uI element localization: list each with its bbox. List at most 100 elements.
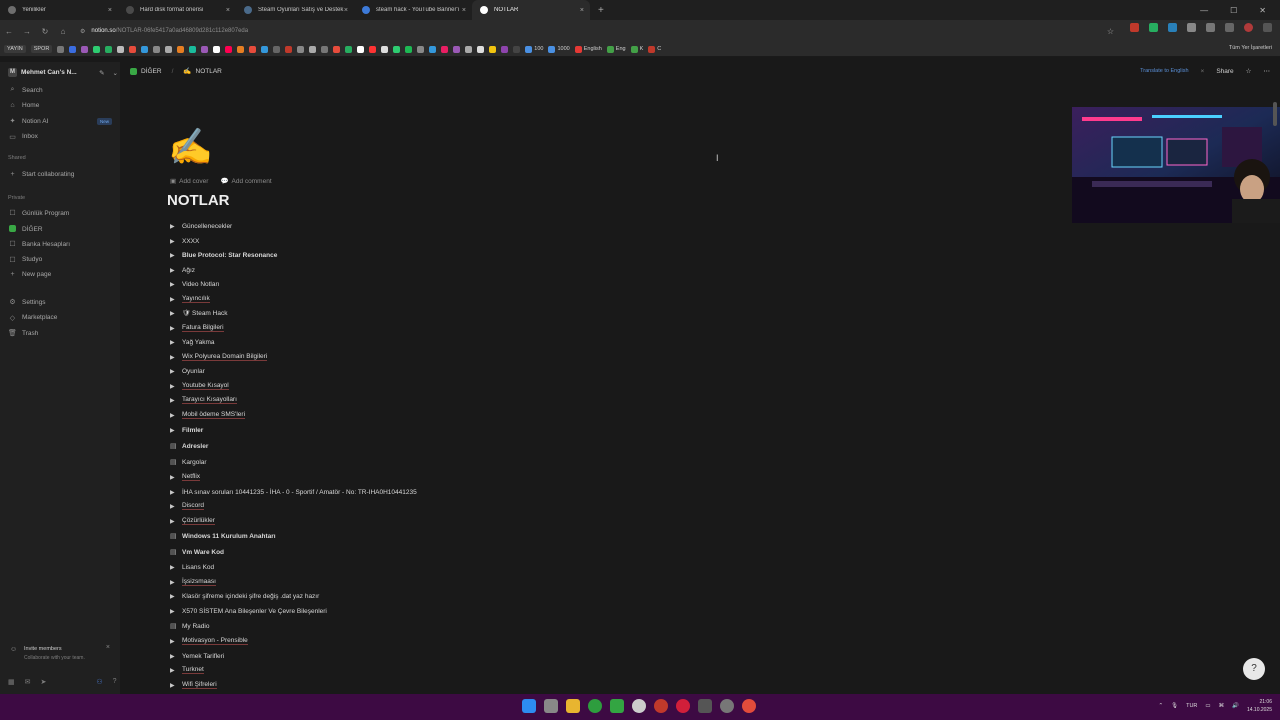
bookmark-item[interactable] [333, 45, 341, 53]
toggle-block[interactable]: ▶ Yemek Tarifleri [170, 650, 224, 662]
team-icon[interactable]: ⚇ [96, 678, 102, 686]
sidebar-item-notion-ai[interactable]: ✦ Notion AI New [8, 117, 112, 125]
toggle-block[interactable]: ▶ Blue Protocol: Star Resonance [170, 249, 277, 261]
share-button[interactable]: Share [1216, 68, 1233, 75]
toggle-block[interactable]: ▶ 🛡 Steam Hack [170, 307, 227, 319]
minimize-icon[interactable]: — [1200, 6, 1208, 15]
toggle-arrow-icon[interactable]: ▶ [170, 383, 182, 390]
start-menu-icon[interactable] [522, 699, 536, 713]
extension-icon[interactable] [1168, 23, 1177, 32]
bookmark-item[interactable] [261, 45, 269, 53]
close-window-icon[interactable]: ✕ [1259, 6, 1266, 15]
clock[interactable]: 21:06 14.10.2025 [1247, 698, 1272, 714]
bookmark-item[interactable]: C [648, 45, 661, 53]
sidebar-item-new-page[interactable]: + New page [8, 271, 112, 278]
network-icon[interactable]: ⌘ [1219, 703, 1225, 709]
bookmark-item[interactable] [465, 45, 473, 53]
bookmark-item[interactable] [189, 45, 197, 53]
toggle-arrow-icon[interactable]: ▶ [170, 281, 182, 288]
toggle-block[interactable]: ▶ İHA sınav soruları 10441235 - İHA - 0 -… [170, 486, 417, 498]
bookmark-item[interactable] [141, 45, 149, 53]
home-icon[interactable]: ⌂ [54, 27, 72, 36]
reload-icon[interactable]: ↻ [36, 27, 54, 36]
forward-icon[interactable]: → [18, 27, 36, 36]
bookmark-item[interactable] [489, 45, 497, 53]
bookmark-item[interactable] [129, 45, 137, 53]
language-indicator[interactable]: TUR [1186, 703, 1197, 709]
bookmark-item[interactable] [213, 45, 221, 53]
page-emoji-icon[interactable]: ✍ [168, 126, 213, 168]
bookmark-item[interactable] [513, 45, 521, 53]
toggle-arrow-icon[interactable]: ▶ [170, 593, 182, 600]
help-icon[interactable]: ? [113, 678, 117, 686]
toggle-block[interactable]: ▶ Klasör şifreme içindeki şifre değiş .da… [170, 590, 319, 602]
bookmark-item[interactable]: Eng [606, 45, 626, 53]
more-options-icon[interactable]: ⋯ [1264, 67, 1271, 75]
page-link-block[interactable]: ▤ Kargolar [170, 456, 207, 468]
browser-icon[interactable] [654, 699, 668, 713]
toggle-block[interactable]: ▶ Mobil ödeme SMS'leri [170, 409, 246, 421]
page-scrollbar[interactable] [1273, 80, 1277, 692]
toggle-block[interactable]: ▶ Wix Polyurea Domain Bilgileri [170, 351, 268, 363]
bookmark-item[interactable] [405, 45, 413, 53]
toggle-block[interactable]: ▶ Motivasyon - Prensible [170, 635, 248, 647]
extensions-puzzle-icon[interactable] [1206, 23, 1215, 32]
sidebar-item-studyo[interactable]: ☐ Studyo [8, 256, 112, 264]
toggle-block[interactable]: ▶ Turknet [170, 664, 204, 676]
bookmark-item[interactable] [249, 45, 257, 53]
bookmark-item[interactable]: YAYIN [4, 45, 26, 53]
volume-icon[interactable]: 🔊 [1232, 703, 1239, 709]
task-view-icon[interactable] [544, 699, 558, 713]
sidebar-item-start-collaborating[interactable]: + Start collaborating [8, 171, 112, 178]
bookmark-item[interactable] [321, 45, 329, 53]
workspace-switcher[interactable]: M Mehmet Can's N... ✎ ⌄ [8, 68, 118, 77]
calendar-icon[interactable]: ▦ [8, 678, 15, 686]
bookmark-item[interactable] [165, 45, 173, 53]
toggle-block[interactable]: ▶ XXXX [170, 235, 199, 247]
back-icon[interactable]: ← [0, 27, 18, 36]
sidebar-item-di-er[interactable]: DİĞER [8, 224, 112, 234]
add-comment-button[interactable]: 💬 Add comment [220, 177, 271, 186]
bookmark-item[interactable] [477, 45, 485, 53]
toggle-block[interactable]: ▶ Lisans Kod [170, 561, 214, 573]
chrome-icon[interactable] [742, 699, 756, 713]
translate-button[interactable]: Translate to English [1140, 68, 1188, 74]
new-tab-button[interactable]: + [598, 5, 604, 16]
toggle-arrow-icon[interactable]: ▶ [170, 223, 182, 230]
sidebar-item-marketplace[interactable]: ◇ Marketplace [8, 314, 112, 322]
bookmark-item[interactable]: K [630, 45, 643, 53]
extension-icon[interactable] [1130, 23, 1139, 32]
menu-dots-icon[interactable] [1263, 23, 1272, 32]
toggle-block[interactable]: ▶ İşsizsmaası [170, 576, 216, 588]
extension-icon[interactable] [1187, 23, 1196, 32]
breadcrumb-item[interactable]: DİĞER [130, 67, 162, 75]
toggle-arrow-icon[interactable]: ▶ [170, 325, 182, 332]
bookmark-item[interactable] [105, 45, 113, 53]
bookmark-item[interactable] [345, 45, 353, 53]
close-tab-icon[interactable]: × [108, 7, 112, 14]
toggle-block[interactable]: ▶ X570 SİSTEM Ana Bileşenler Ve Çevre Bil… [170, 605, 327, 617]
toggle-block[interactable]: ▶ Oyunlar [170, 365, 205, 377]
page-link-block[interactable]: ▤ Vm Ware Kod [170, 546, 224, 558]
toggle-block[interactable]: ▶ Yağ Yakma [170, 336, 215, 348]
toggle-arrow-icon[interactable]: ▶ [170, 579, 182, 586]
xbox-icon[interactable] [588, 699, 602, 713]
maximize-icon[interactable]: ☐ [1230, 6, 1237, 15]
bookmark-item[interactable] [297, 45, 305, 53]
toggle-block[interactable]: ▶ Video Notları [170, 278, 219, 290]
toggle-arrow-icon[interactable]: ▶ [170, 608, 182, 615]
bookmark-item[interactable] [81, 45, 89, 53]
bookmark-item[interactable] [453, 45, 461, 53]
toggle-arrow-icon[interactable]: ▶ [170, 354, 182, 361]
bookmark-item[interactable]: 1000 [548, 45, 570, 53]
toggle-block[interactable]: ▶ Tarayıcı Kısayolları [170, 394, 237, 406]
browser-tab[interactable]: NOTLAR × [472, 0, 590, 20]
bookmark-item[interactable] [369, 45, 377, 53]
toggle-arrow-icon[interactable]: ▶ [170, 667, 182, 674]
send-icon[interactable]: ➤ [41, 678, 47, 686]
bookmark-item[interactable] [69, 45, 77, 53]
close-icon[interactable]: × [106, 644, 110, 651]
favorite-star-icon[interactable]: ☆ [1246, 67, 1252, 75]
bookmark-item[interactable]: English [574, 45, 602, 53]
extension-icon[interactable] [1149, 23, 1158, 32]
